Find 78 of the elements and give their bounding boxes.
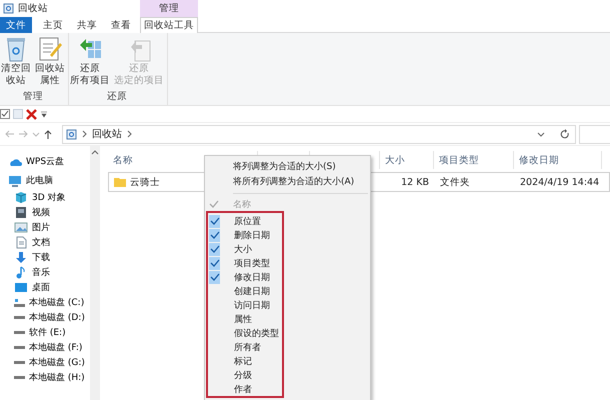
ribbon-tab[interactable]: 主页 [36, 17, 70, 33]
menu-item[interactable]: 项目类型 [208, 256, 270, 270]
drive-icon [14, 346, 25, 349]
computer-icon [8, 174, 22, 186]
chevron-right-icon [127, 130, 132, 138]
window-title: 回收站 [18, 2, 48, 15]
navigation-item[interactable]: 文档 [0, 235, 90, 250]
ribbon-tab[interactable]: 回收站工具 [140, 17, 198, 33]
picture-icon [14, 221, 28, 234]
table-cell: 云骑士 [130, 176, 160, 188]
menu-item[interactable]: 所有者 [208, 340, 261, 354]
menu-item[interactable]: 将所有列调整为合适的大小(A) [205, 174, 354, 189]
navigation-item[interactable]: 此电脑 [0, 171, 90, 190]
menu-item[interactable]: 假设的类型 [208, 326, 279, 340]
table-cell: 12 KB [401, 176, 429, 188]
table-cell: 文件夹 [440, 176, 470, 188]
address-bar[interactable]: 回收站 [62, 124, 576, 144]
chevron-right-icon [82, 130, 87, 138]
navigation-item[interactable]: 本地磁盘 (H:) [0, 370, 90, 385]
column-header[interactable]: 名称 [113, 151, 133, 169]
menu-item[interactable]: 原位置 [208, 214, 261, 228]
navigation-item[interactable]: WPS云盘 [0, 152, 90, 171]
ribbon-group-label: 管理 [22, 90, 44, 103]
up-arrow-icon[interactable] [43, 128, 53, 140]
column-header[interactable]: 项目类型 [439, 151, 479, 169]
menu-item[interactable]: 访问日期 [208, 298, 270, 312]
drive-icon [14, 298, 25, 306]
film-icon [14, 206, 28, 219]
contextual-tab-header: 管理 [158, 2, 180, 16]
navigation-item[interactable]: 软件 (E:) [0, 325, 90, 340]
menu-item[interactable]: 分级 [208, 368, 252, 382]
navigation-item[interactable]: 图片 [0, 220, 90, 235]
ribbon-button[interactable]: 还原 所有项目 [69, 35, 111, 90]
ribbon-tab[interactable]: 共享 [70, 17, 104, 33]
navigation-item[interactable]: 本地磁盘 (F:) [0, 340, 90, 355]
checkbox-icon[interactable] [0, 109, 10, 119]
table-cell: 2024/4/19 14:44 [520, 176, 600, 188]
column-header[interactable]: 修改日期 [519, 151, 559, 169]
dropdown-chevron-icon[interactable] [537, 132, 545, 136]
ribbon-group-label: 还原 [106, 90, 128, 103]
menu-item[interactable]: 属性 [208, 312, 252, 326]
breadcrumb-item[interactable]: 回收站 [92, 127, 122, 141]
navigation-item[interactable]: 3D 对象 [0, 190, 90, 205]
drive-icon [14, 361, 25, 364]
column-header[interactable]: 大小 [385, 151, 405, 169]
recycle-bin-icon [66, 128, 77, 140]
menu-item[interactable]: 删除日期 [208, 228, 270, 242]
drive-icon [14, 316, 25, 319]
menu-item[interactable]: 标记 [208, 354, 252, 368]
ribbon-tab[interactable]: 查看 [104, 17, 138, 33]
cube-icon [14, 191, 28, 204]
navigation-item[interactable]: 视频 [0, 205, 90, 220]
dropdown-caret-icon[interactable] [40, 110, 48, 118]
navigation-item[interactable]: 本地磁盘 (G:) [0, 355, 90, 370]
menu-item[interactable]: 大小 [208, 242, 252, 256]
ribbon-button[interactable]: 清空回 收站 [0, 35, 32, 90]
refresh-icon[interactable] [560, 128, 571, 140]
search-field[interactable] [579, 124, 610, 144]
navigation-item[interactable]: 下载 [0, 250, 90, 265]
document-icon [14, 236, 28, 249]
navigation-item[interactable]: 音乐 [0, 265, 90, 280]
folder-icon [114, 176, 126, 188]
navigation-item[interactable]: 本地磁盘 (C:) [0, 295, 90, 310]
desktop-icon [14, 281, 28, 294]
navigation-item[interactable]: 桌面 [0, 280, 90, 295]
ribbon-button[interactable]: 回收站 属性 [34, 35, 66, 90]
file-menu-tab[interactable]: 文件 [0, 17, 32, 33]
menu-item[interactable]: 作者 [208, 382, 252, 396]
delete-icon[interactable] [26, 108, 37, 120]
drive-icon [14, 331, 25, 334]
recycle-bin-icon [3, 3, 14, 14]
drive-icon [14, 376, 25, 379]
menu-item[interactable]: 修改日期 [208, 270, 270, 284]
menu-item[interactable]: 创建日期 [208, 284, 270, 298]
navigation-item[interactable]: 本地磁盘 (D:) [0, 310, 90, 325]
scroll-up-caret-icon[interactable] [91, 150, 99, 155]
menu-item[interactable]: 将列调整为合适的大小(S) [205, 159, 336, 174]
download-arrow-icon [14, 251, 28, 264]
